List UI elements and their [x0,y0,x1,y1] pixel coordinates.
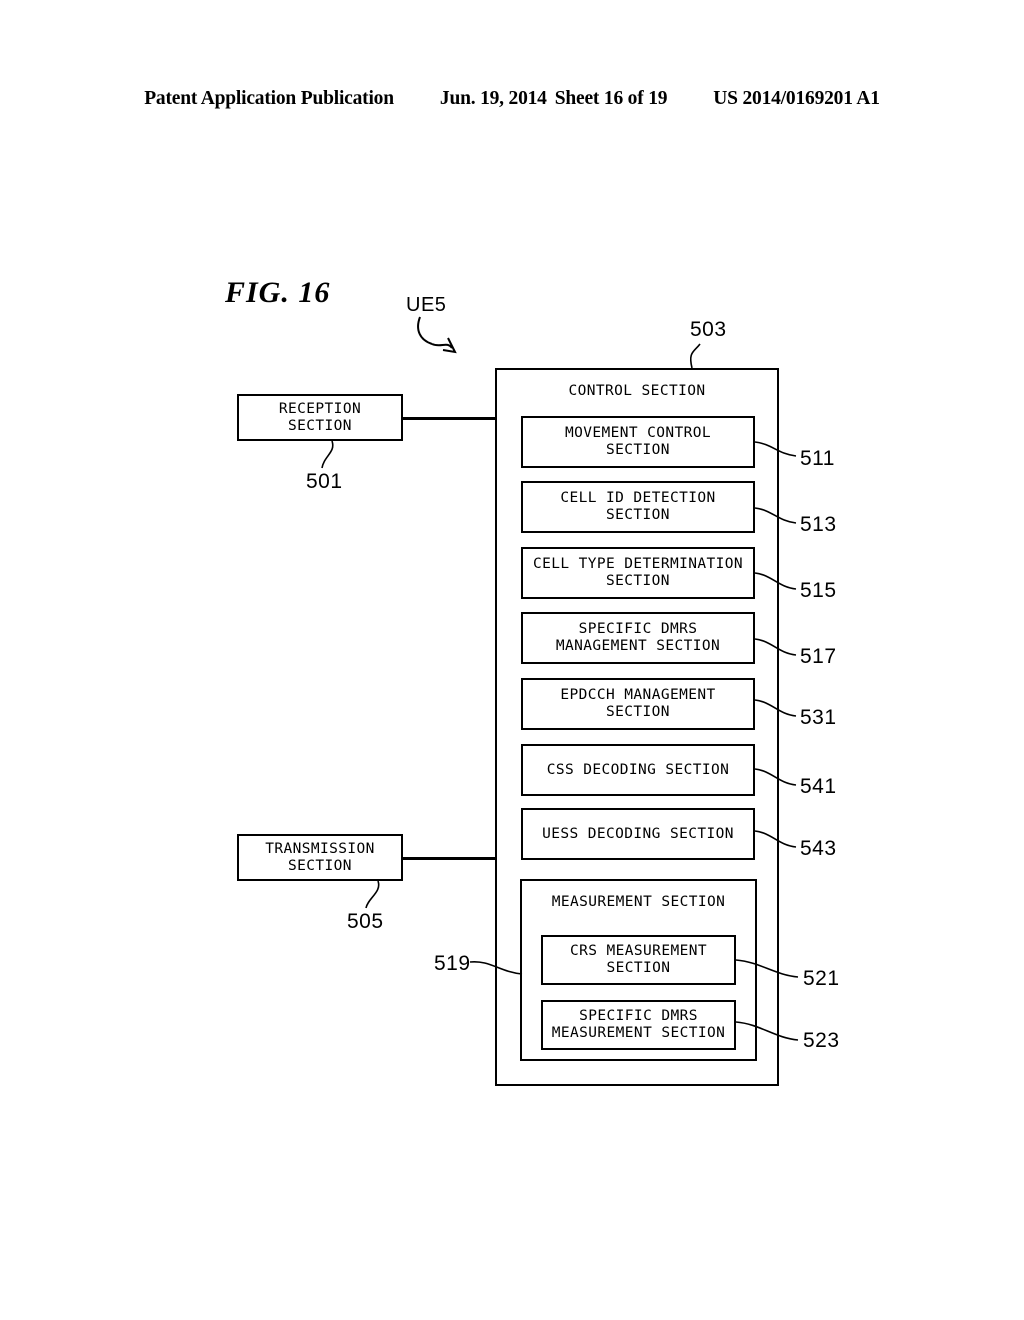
cell-id-detection-section-box[interactable]: CELL ID DETECTION SECTION [521,481,755,533]
css-decoding-section-box[interactable]: CSS DECODING SECTION [521,744,755,796]
ue5-label: UE5 [406,294,447,316]
movement-control-section-box[interactable]: MOVEMENT CONTROL SECTION [521,416,755,468]
figure-title: FIG. 16 [225,276,331,309]
reference-numeral-519: 519 [434,952,471,975]
epdcch-management-section-label: EPDCCH MANAGEMENT SECTION [560,687,716,720]
transmission-connector-line [403,857,497,860]
control-section-label: CONTROL SECTION [568,383,706,399]
leader-503 [689,343,701,369]
transmission-section-label: TRANSMISSION SECTION [265,840,375,874]
reception-connector-line [403,417,497,420]
specific-dmrs-management-section-box[interactable]: SPECIFIC DMRS MANAGEMENT SECTION [521,612,755,664]
reference-numeral-505: 505 [347,910,384,933]
crs-measurement-section-box[interactable]: CRS MEASUREMENT SECTION [541,935,736,985]
reference-numeral-541: 541 [800,775,837,798]
reference-numeral-517: 517 [800,645,837,668]
measurement-section-label: MEASUREMENT SECTION [551,894,726,910]
reference-numeral-501: 501 [306,470,343,493]
movement-control-section-label: MOVEMENT CONTROL SECTION [564,425,712,458]
transmission-section-box[interactable]: TRANSMISSION SECTION [237,834,403,881]
cell-type-determination-section-label: CELL TYPE DETERMINATION SECTION [533,556,743,589]
css-decoding-section-label: CSS DECODING SECTION [546,761,730,778]
reference-numeral-503: 503 [690,318,727,341]
reception-section-label: RECEPTION SECTION [278,400,362,434]
epdcch-management-section-box[interactable]: EPDCCH MANAGEMENT SECTION [521,678,755,730]
leader-501 [321,440,334,469]
ue5-arrow [417,316,457,354]
cell-id-detection-section-label: CELL ID DETECTION SECTION [560,490,716,523]
header-publication: Patent Application Publication [144,88,394,109]
reference-numeral-521: 521 [803,967,840,990]
leader-505 [365,880,380,909]
reception-section-box[interactable]: RECEPTION SECTION [237,394,403,441]
specific-dmrs-measurement-section-box[interactable]: SPECIFIC DMRS MEASUREMENT SECTION [541,1000,736,1050]
reference-numeral-511: 511 [800,447,835,470]
header-patent-number: US 2014/0169201 A1 [713,88,880,109]
header-date: Jun. 19, 2014 [439,88,547,109]
reference-numeral-531: 531 [800,706,837,729]
patent-header: Patent Application Publication Jun. 19, … [0,88,1024,114]
specific-dmrs-management-section-label: SPECIFIC DMRS MANAGEMENT SECTION [555,621,721,654]
reference-numeral-523: 523 [803,1029,840,1052]
reference-numeral-543: 543 [800,837,837,860]
uess-decoding-section-label: UESS DECODING SECTION [542,825,734,842]
crs-measurement-section-label: CRS MEASUREMENT SECTION [570,943,707,976]
reference-numeral-515: 515 [800,579,837,602]
reference-numeral-513: 513 [800,513,837,536]
uess-decoding-section-box[interactable]: UESS DECODING SECTION [521,808,755,860]
cell-type-determination-section-box[interactable]: CELL TYPE DETERMINATION SECTION [521,547,755,599]
header-sheet: Sheet 16 of 19 [554,88,668,109]
specific-dmrs-measurement-section-label: SPECIFIC DMRS MEASUREMENT SECTION [551,1008,726,1041]
